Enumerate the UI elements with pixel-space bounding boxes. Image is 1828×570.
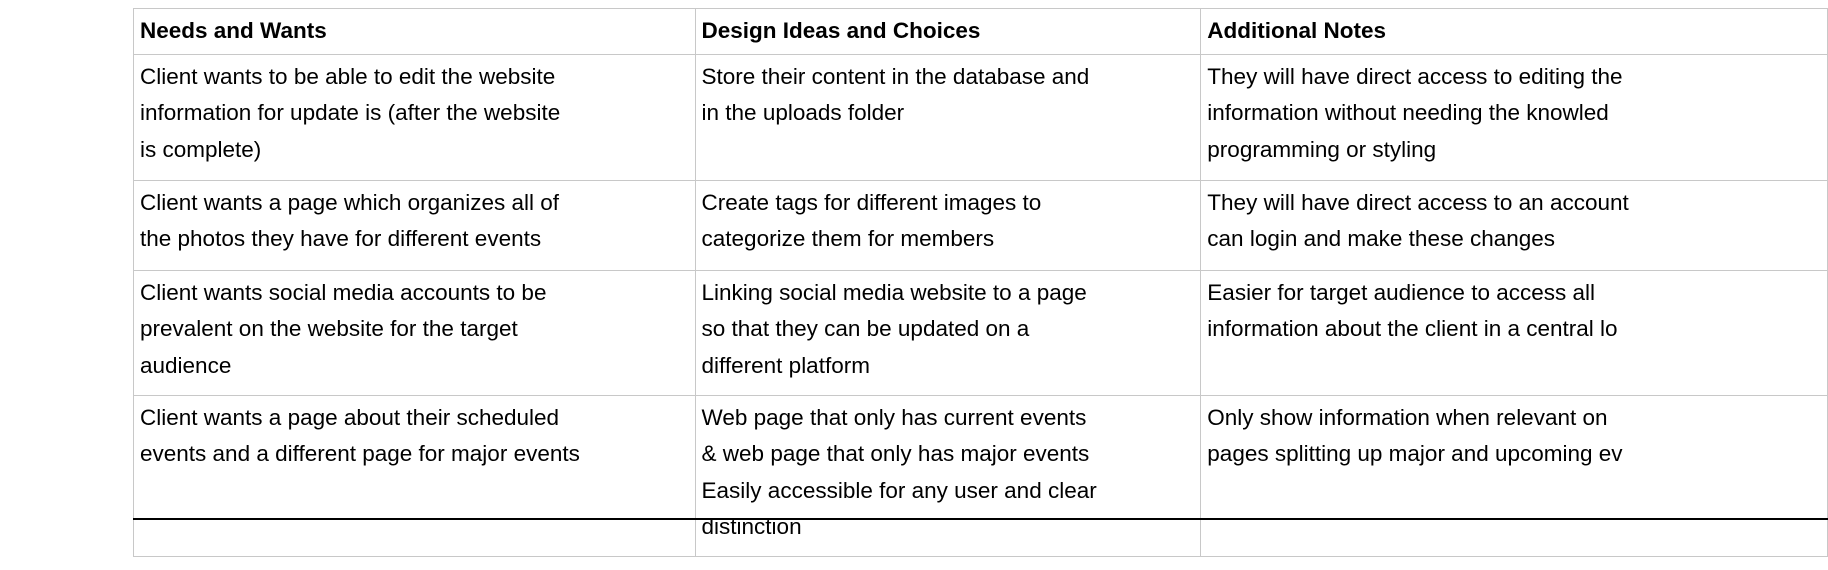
header-design-ideas: Design Ideas and Choices [694,8,1202,55]
cell-text-line: Easier for target audience to access all [1207,279,1596,305]
cell-text-line: is complete) [140,136,262,162]
cell-text-line: different platform [701,352,870,378]
cell-text-line: information about the client in a centra… [1207,316,1618,341]
design-cell: Linking social media website to a page so… [694,269,1202,396]
cell-text-line: programming or styling [1207,136,1437,162]
needs-cell: Client wants a page which organizes all … [133,179,696,271]
needs-cell: Client wants a page about their schedule… [133,394,696,557]
table-row: Client wants a page about their schedule… [133,394,1828,557]
cell-text-line: categorize them for members [701,226,995,251]
cell-text-line: prevalent on the website for the target [140,316,518,341]
header-needs-and-wants: Needs and Wants [133,8,696,55]
cell-text-line: distinction [701,514,802,539]
design-cell: Web page that only has current events & w… [694,394,1202,557]
design-cell: Store their content in the database and i… [694,53,1202,181]
cell-text-line: can login and make these changes [1207,226,1556,251]
notes-cell: Only show information when relevant on pa… [1200,394,1828,557]
cell-text-line: information without needing the knowled [1207,100,1609,125]
cell-text-line: Web page that only has current events [701,404,1087,430]
cell-text-line: in the uploads folder [701,100,905,125]
cell-text-line: Create tags for different images to [701,189,1042,215]
bottom-border [133,518,1828,520]
requirements-table: Needs and Wants Design Ideas and Choices… [133,8,1828,557]
cell-text-line: They will have direct access to an accou… [1207,189,1629,215]
table-row: Client wants to be able to edit the webs… [133,53,1828,181]
cell-text-line: events and a different page for major ev… [140,441,580,466]
cell-text-line: Client wants social media accounts to be [140,279,547,305]
cell-text-line: Only show information when relevant on [1207,404,1608,430]
notes-cell: They will have direct access to editing … [1200,53,1828,181]
cell-text-line: & web page that only has major events [701,441,1090,466]
cell-text-line: They will have direct access to editing … [1207,63,1623,89]
header-additional-notes: Additional Notes [1200,8,1828,55]
cell-text-line: the photos they have for different event… [140,226,542,251]
cell-text-line: Easily accessible for any user and clear [701,477,1097,503]
cell-text-line: Linking social media website to a page [701,279,1087,305]
cell-text-line: so that they can be updated on a [701,316,1030,341]
needs-cell: Client wants social media accounts to be… [133,269,696,396]
design-cell: Create tags for different images to categ… [694,179,1202,271]
cell-text-line: Client wants to be able to edit the webs… [140,63,556,89]
cell-text-line: Client wants a page which organizes all … [140,189,559,215]
needs-cell: Client wants to be able to edit the webs… [133,53,696,181]
table-row: Client wants social media accounts to be… [133,269,1828,396]
cell-text-line: audience [140,352,232,378]
notes-cell: They will have direct access to an accou… [1200,179,1828,271]
cell-text-line: pages splitting up major and upcoming ev [1207,441,1623,466]
header-row: Needs and Wants Design Ideas and Choices… [133,8,1828,55]
table-row: Client wants a page which organizes all … [133,179,1828,271]
cell-text-line: Client wants a page about their schedule… [140,404,560,430]
cell-text-line: Store their content in the database and [701,63,1090,89]
notes-cell: Easier for target audience to access all… [1200,269,1828,396]
cell-text-line: information for update is (after the web… [140,100,561,125]
